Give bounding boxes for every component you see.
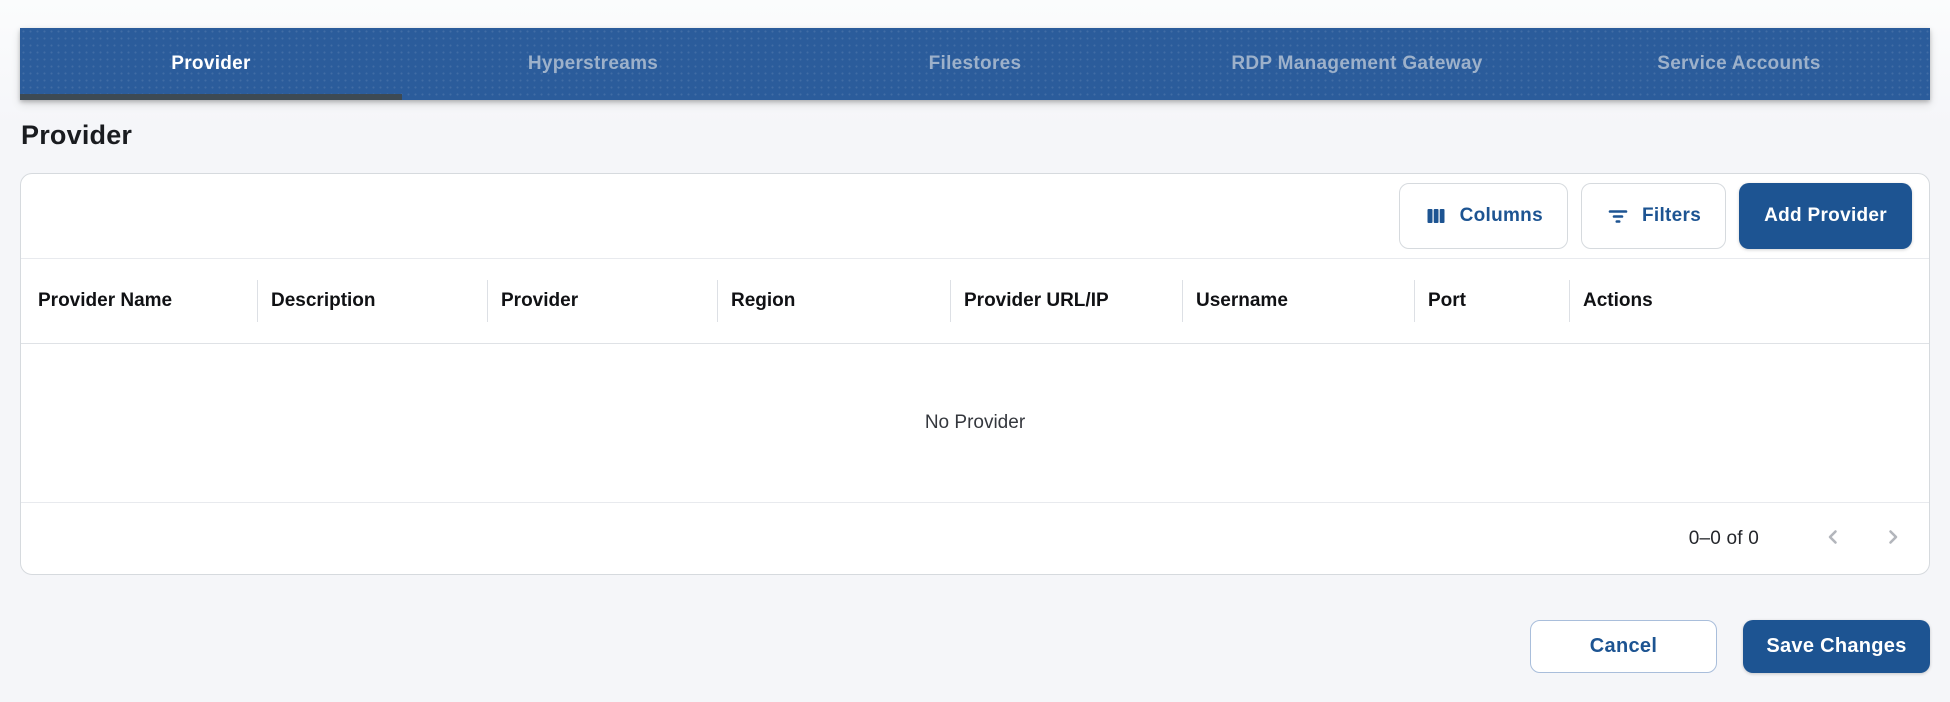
tab-provider-label: Provider (171, 53, 251, 75)
tab-filestores-label: Filestores (929, 53, 1022, 75)
footer-actions: Cancel Save Changes (1530, 620, 1930, 673)
column-header-region[interactable]: Region (717, 259, 950, 343)
tab-filestores[interactable]: Filestores (784, 28, 1166, 100)
filter-list-icon (1606, 204, 1630, 228)
column-header-description[interactable]: Description (257, 259, 487, 343)
view-columns-icon (1424, 204, 1448, 228)
cancel-button[interactable]: Cancel (1530, 620, 1717, 673)
top-tab-bar: Provider Hyperstreams Filestores RDP Man… (20, 28, 1930, 100)
column-header-username[interactable]: Username (1182, 259, 1414, 343)
tab-service-accounts[interactable]: Service Accounts (1548, 28, 1930, 100)
chevron-right-icon (1881, 525, 1905, 552)
column-header-provider[interactable]: Provider (487, 259, 717, 343)
page-title: Provider (21, 120, 132, 151)
column-header-provider-url-ip[interactable]: Provider URL/IP (950, 259, 1182, 343)
table-toolbar: Columns Filters Add Provider (21, 174, 1929, 259)
tab-hyperstreams[interactable]: Hyperstreams (402, 28, 784, 100)
pagination-range-label: 0–0 of 0 (1689, 528, 1759, 550)
filters-button-label: Filters (1642, 205, 1701, 227)
tab-service-accounts-label: Service Accounts (1657, 53, 1821, 75)
column-header-actions[interactable]: Actions (1569, 259, 1929, 343)
tab-rdp-management-gateway-label: RDP Management Gateway (1231, 53, 1482, 75)
column-header-provider-name[interactable]: Provider Name (21, 259, 257, 343)
table-header-row: Provider Name Description Provider Regio… (21, 259, 1929, 344)
filters-button[interactable]: Filters (1581, 183, 1726, 249)
empty-state-text: No Provider (925, 412, 1025, 434)
save-changes-button-label: Save Changes (1766, 635, 1906, 658)
cancel-button-label: Cancel (1590, 635, 1657, 658)
tab-hyperstreams-label: Hyperstreams (528, 53, 658, 75)
next-page-button[interactable] (1869, 515, 1917, 563)
chevron-left-icon (1821, 525, 1845, 552)
columns-button[interactable]: Columns (1399, 183, 1568, 249)
provider-table-card: Columns Filters Add Provider Provider Na… (20, 173, 1930, 575)
pagination-bar: 0–0 of 0 (21, 502, 1929, 574)
add-provider-button[interactable]: Add Provider (1739, 183, 1912, 249)
tab-rdp-management-gateway[interactable]: RDP Management Gateway (1166, 28, 1548, 100)
columns-button-label: Columns (1460, 205, 1543, 227)
active-tab-indicator (20, 94, 402, 100)
table-empty-state: No Provider (21, 344, 1929, 502)
tab-provider[interactable]: Provider (20, 28, 402, 100)
save-changes-button[interactable]: Save Changes (1743, 620, 1930, 673)
column-header-port[interactable]: Port (1414, 259, 1569, 343)
add-provider-button-label: Add Provider (1764, 205, 1887, 227)
previous-page-button[interactable] (1809, 515, 1857, 563)
